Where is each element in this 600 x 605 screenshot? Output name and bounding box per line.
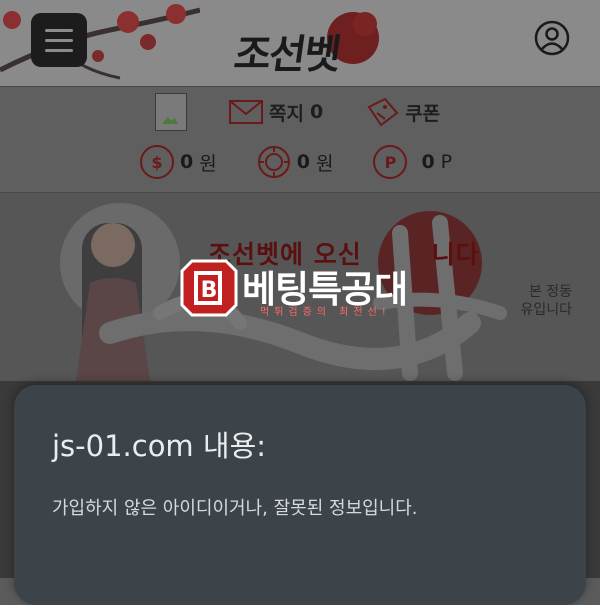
message-link[interactable]: 쪽지 0 <box>229 99 323 126</box>
point-coin-icon: P <box>373 145 408 179</box>
coupon-label: 쿠폰 <box>405 102 441 125</box>
hamburger-line <box>45 38 73 42</box>
cash-balance: $ 0 원 <box>140 145 217 179</box>
plum-blossom-decoration <box>0 4 200 80</box>
coupon-icon <box>367 97 399 127</box>
cash-value: 0 <box>180 151 194 173</box>
point-unit: P <box>440 151 453 173</box>
site-header: 조선벳 <box>0 0 600 86</box>
site-logo[interactable]: 조선벳 <box>225 4 385 82</box>
shield-badge-icon: B <box>180 259 238 317</box>
casino-balance: 0 원 <box>257 145 334 179</box>
point-balance: P 0 P <box>373 145 452 179</box>
svg-text:B: B <box>201 278 218 303</box>
promo-banner[interactable]: 조선벳에 오신 니다 본 정동 유입니다 B 베팅특공대 먹튀검증의 최전선! <box>0 193 600 381</box>
message-count: 0 <box>309 101 324 123</box>
dialog-title: js-01.com 내용: <box>52 429 267 463</box>
info-row-balances: $ 0 원 0 원 P 0 P <box>140 145 452 179</box>
alert-dialog: js-01.com 내용: 가입하지 않은 아이디이거나, 잘못된 정보입니다. <box>14 385 586 605</box>
banner-subtext: 본 정동 유입니다 <box>520 284 572 318</box>
broken-image-icon <box>155 93 187 131</box>
hamburger-line <box>45 28 73 32</box>
watermark-subtitle: 먹튀검증의 최전선! <box>260 307 391 318</box>
casino-unit: 원 <box>315 152 334 175</box>
cash-unit: 원 <box>199 152 217 175</box>
menu-button[interactable] <box>31 13 87 67</box>
watermark-logo: B 베팅특공대 먹튀검증의 최전선! <box>180 259 430 319</box>
casino-value: 0 <box>296 151 310 173</box>
account-info-bar: 쪽지 0 쿠폰 $ 0 원 0 원 P 0 P <box>0 86 600 193</box>
coupon-link[interactable]: 쿠폰 <box>365 97 440 127</box>
message-label: 쪽지 <box>269 102 304 125</box>
envelope-icon <box>229 100 263 124</box>
info-row-top: 쪽지 0 쿠폰 <box>155 93 440 131</box>
point-value: 0 <box>421 151 435 173</box>
dollar-coin-icon: $ <box>140 145 174 179</box>
user-profile-icon[interactable] <box>534 20 570 56</box>
logo-text: 조선벳 <box>231 31 343 78</box>
hamburger-line <box>45 48 73 52</box>
casino-chip-icon <box>257 146 290 178</box>
dialog-message: 가입하지 않은 아이디이거나, 잘못된 정보입니다. <box>52 498 418 519</box>
